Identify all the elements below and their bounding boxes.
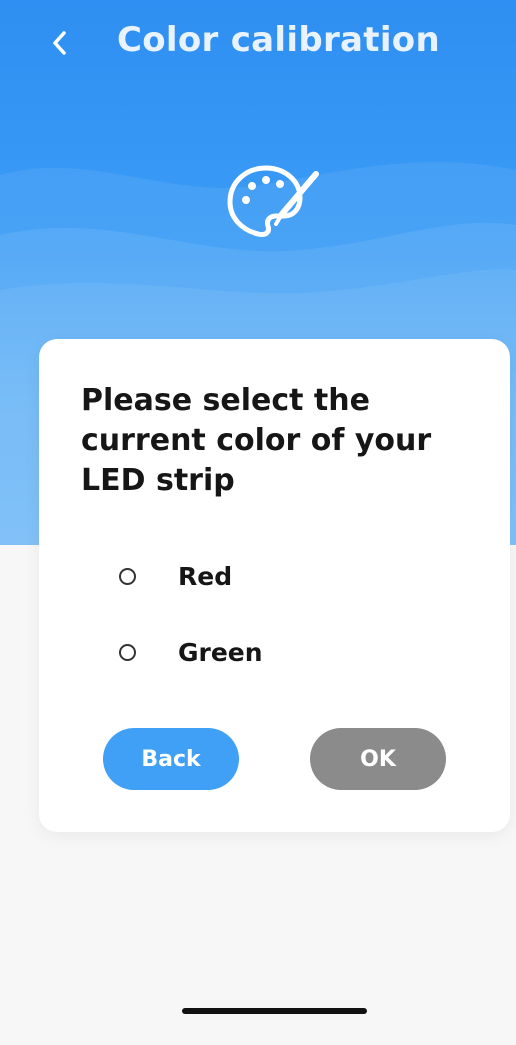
dialog-question: Please select the current color of your … — [81, 383, 432, 498]
option-label-red: Red — [178, 561, 233, 591]
chevron-left-icon[interactable] — [44, 26, 74, 60]
option-red[interactable]: Red — [119, 556, 232, 596]
palette-icon — [220, 160, 320, 244]
home-indicator[interactable] — [182, 1008, 367, 1014]
option-label-green: Green — [178, 637, 263, 667]
ok-button[interactable]: OK — [310, 728, 446, 790]
page-title: Color calibration — [117, 20, 440, 60]
back-button[interactable]: Back — [103, 728, 239, 790]
option-green[interactable]: Green — [119, 632, 263, 672]
header-bar: Color calibration — [0, 0, 516, 84]
radio-button-red[interactable] — [119, 567, 136, 585]
color-selection-dialog: Please select the current color of your … — [39, 339, 510, 832]
radio-button-green[interactable] — [119, 643, 136, 661]
